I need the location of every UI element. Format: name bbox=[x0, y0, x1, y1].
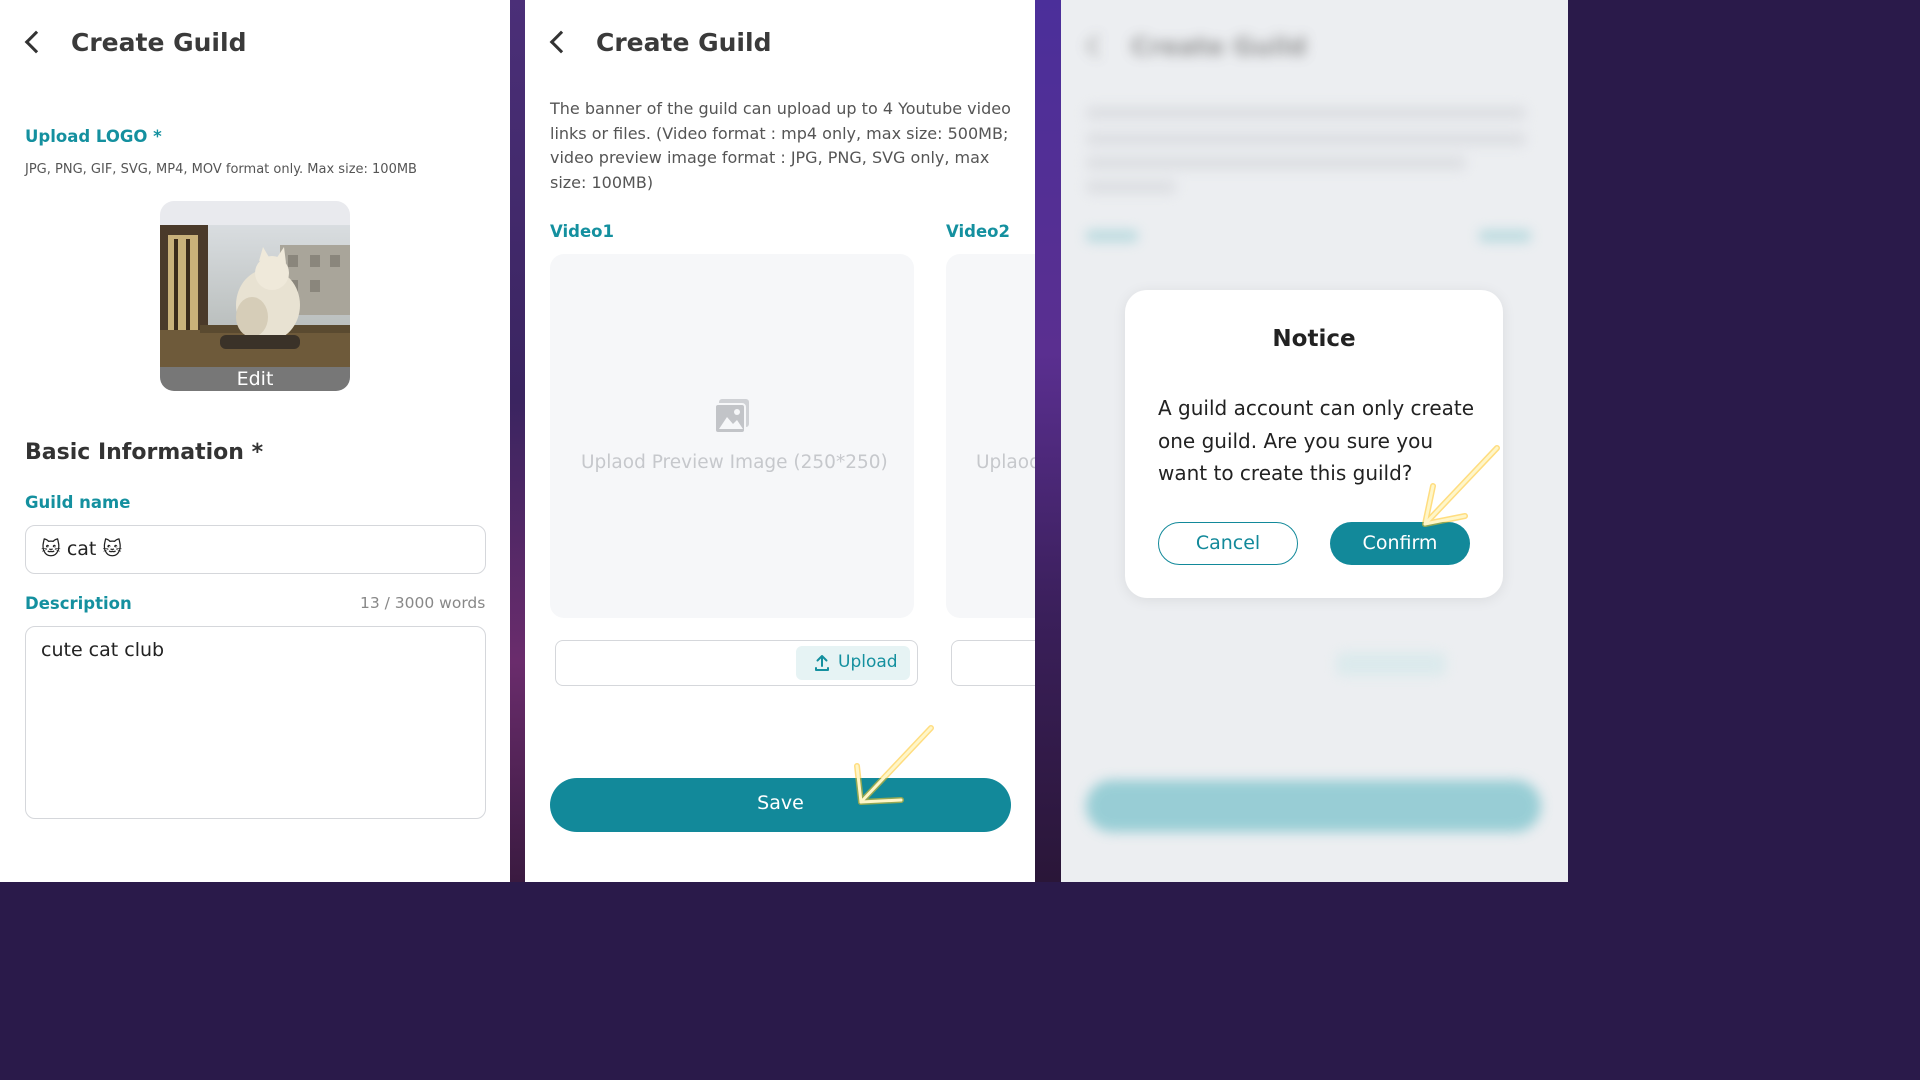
background-text-line bbox=[1086, 132, 1526, 146]
video1-placeholder-text: Uplaod Preview Image (250*250) bbox=[581, 452, 888, 473]
banner-info-text: The banner of the guild can upload up to… bbox=[550, 99, 1011, 192]
video2-placeholder-text: Uplaod bbox=[976, 452, 1035, 473]
notice-modal: Notice A guild account can only create o… bbox=[1125, 290, 1503, 598]
background-upload-button bbox=[1336, 652, 1446, 676]
back-chevron-icon bbox=[1085, 34, 1109, 58]
page-title: Create Guild bbox=[596, 28, 772, 57]
cancel-button[interactable]: Cancel bbox=[1158, 522, 1298, 565]
notice-title: Notice bbox=[1272, 326, 1356, 352]
logo-image bbox=[160, 225, 350, 369]
background-page-title: Create Guild bbox=[1131, 32, 1307, 61]
screen-create-guild-banner: Create Guild The banner of the guild can… bbox=[525, 0, 1035, 882]
screen-notice-dialog: Create Guild Notice A guild account can … bbox=[1061, 0, 1568, 882]
logo-edit-button[interactable]: Edit bbox=[160, 367, 350, 391]
background-save-button bbox=[1086, 780, 1541, 832]
upload-button-label: Upload bbox=[838, 652, 898, 672]
video2-preview-upload[interactable] bbox=[946, 254, 1035, 618]
image-icon bbox=[713, 397, 751, 439]
page-title: Create Guild bbox=[71, 28, 247, 57]
screen-divider-left bbox=[510, 0, 525, 882]
logo-upload-box[interactable]: Edit bbox=[160, 201, 350, 391]
video2-label: Video2 bbox=[946, 222, 1010, 241]
basic-information-heading: Basic Information * bbox=[25, 440, 264, 465]
confirm-button[interactable]: Confirm bbox=[1330, 522, 1470, 565]
description-label: Description bbox=[25, 594, 132, 613]
guild-name-value: 🐱 cat 🐱 bbox=[41, 538, 123, 560]
video2-link-input[interactable] bbox=[951, 640, 1035, 686]
video1-label: Video1 bbox=[550, 222, 614, 241]
background-text-line bbox=[1086, 106, 1526, 120]
upload-icon bbox=[813, 654, 831, 676]
back-chevron-icon[interactable] bbox=[24, 30, 48, 54]
background-video-label bbox=[1086, 230, 1138, 242]
upload-logo-label: Upload LOGO * bbox=[25, 127, 162, 146]
background-video-label bbox=[1479, 230, 1531, 242]
description-word-count: 13 / 3000 words bbox=[360, 594, 486, 612]
back-chevron-icon[interactable] bbox=[549, 30, 573, 54]
save-button-label: Save bbox=[757, 792, 804, 814]
background-text-line bbox=[1086, 156, 1466, 170]
guild-name-label: Guild name bbox=[25, 493, 131, 512]
notice-message: A guild account can only create one guil… bbox=[1158, 396, 1475, 485]
description-value: cute cat club bbox=[41, 639, 165, 661]
screen-create-guild-basic: Create Guild Upload LOGO * JPG, PNG, GIF… bbox=[0, 0, 510, 882]
screen-divider-right bbox=[1035, 0, 1061, 882]
upload-logo-hint: JPG, PNG, GIF, SVG, MP4, MOV format only… bbox=[25, 162, 417, 177]
background-text-line bbox=[1086, 180, 1176, 194]
